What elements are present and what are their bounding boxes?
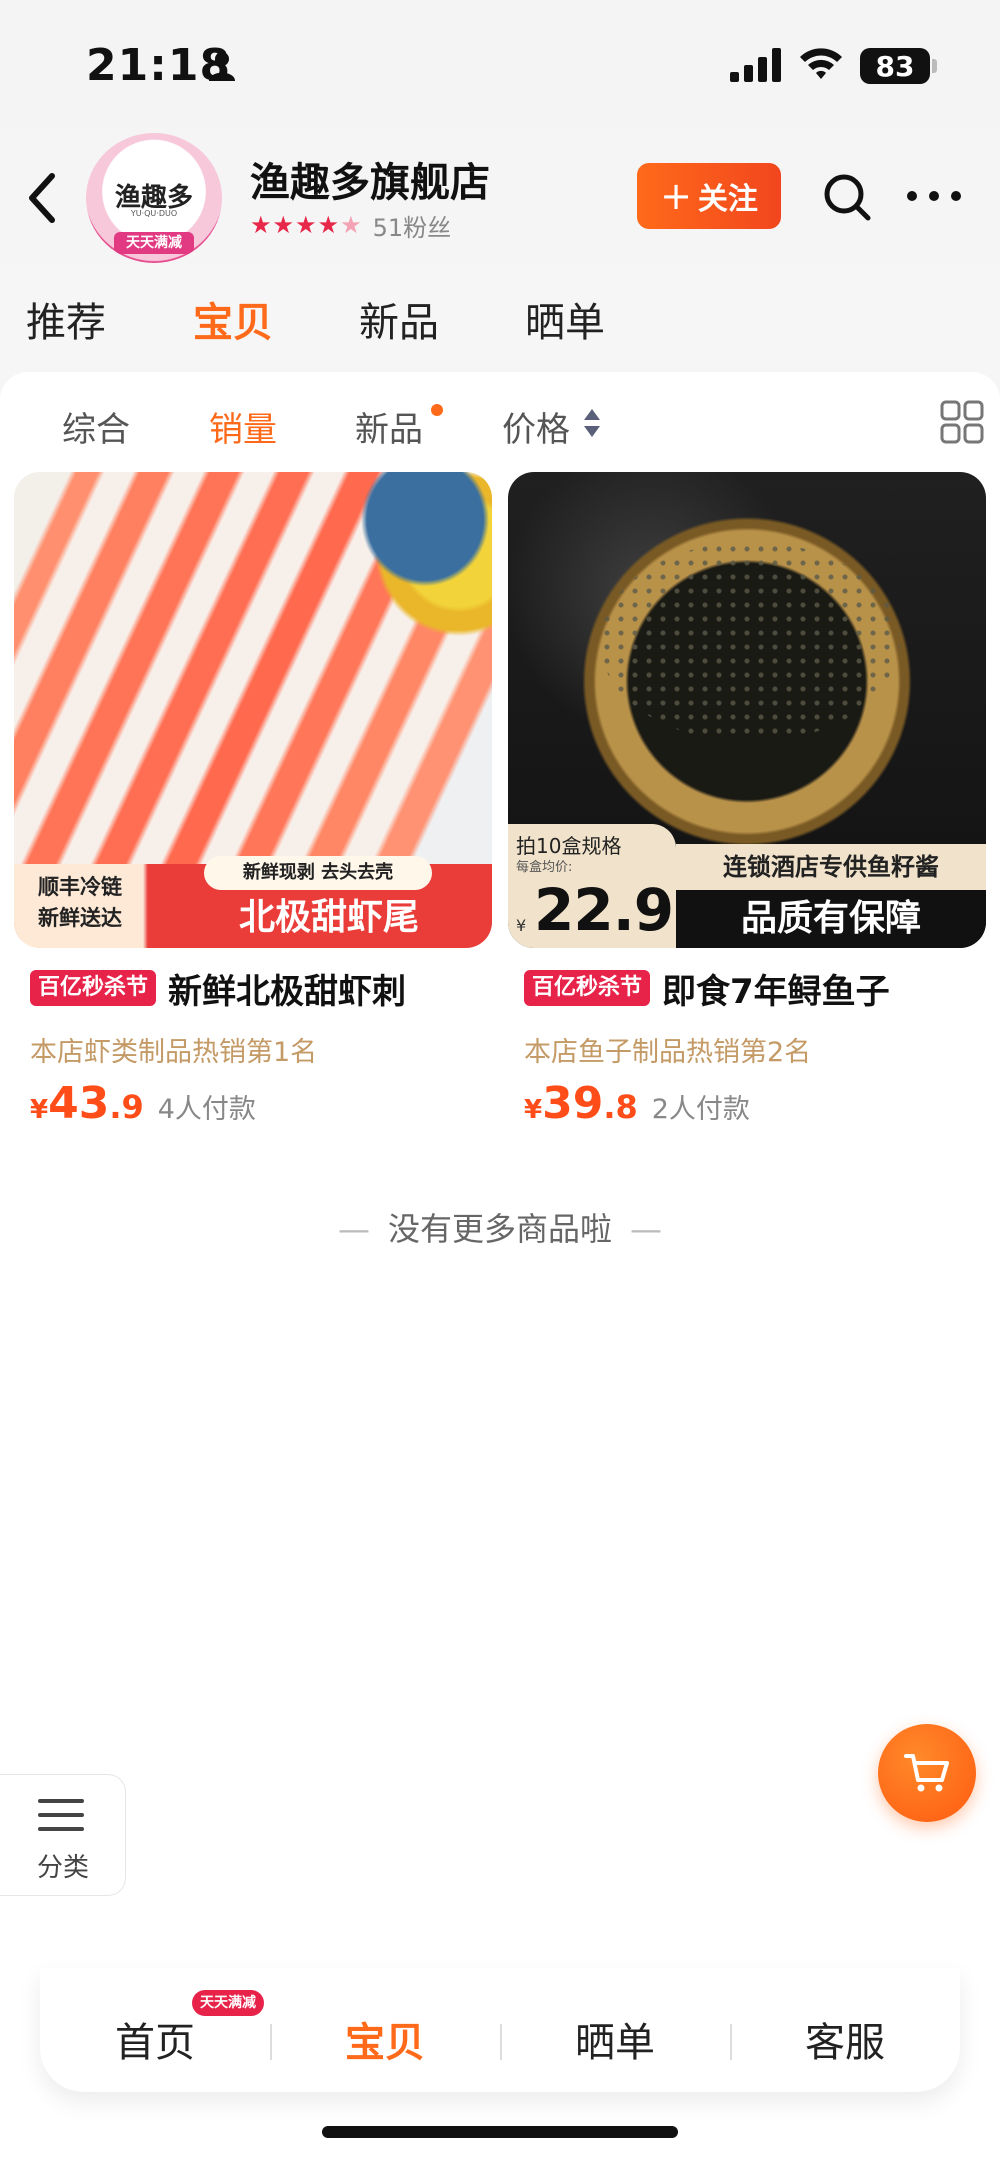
bottom-tab-service[interactable]: 客服 [730,2010,960,2068]
image-tag-hotel: 连锁酒店专供鱼籽酱 [676,844,986,890]
home-promo-badge: 天天满减 [192,1990,264,2016]
home-indicator [322,2126,678,2138]
cart-button[interactable] [878,1724,976,1822]
promo-badge: 百亿秒杀节 [30,970,157,1006]
promo-badge: 百亿秒杀节 [524,970,651,1006]
follow-button[interactable]: + 关注 [637,163,781,229]
image-badge-title: 北极甜虾尾 [238,897,419,938]
new-indicator-dot [431,404,443,416]
product-image-shrimp[interactable]: 顺丰冷链 新鲜送达 新鲜现剥 去头去壳 北极甜虾尾 [14,472,492,948]
shop-rating: ★★★★★ 51粉丝 [250,210,452,242]
product-title-row[interactable]: 百亿秒杀节 新鲜北极甜虾刺 [30,964,500,1013]
image-spec-label: 拍10盒规格 [516,834,622,858]
shop-name[interactable]: 渔趣多旗舰店 [250,150,490,208]
bottom-tab-products[interactable]: 宝贝 [270,2010,500,2068]
sort-tab-new[interactable]: 新品 [355,402,423,451]
product-card[interactable]: 顺丰冷链 新鲜送达 新鲜现剥 去头去壳 北极甜虾尾 百亿秒杀节 新鲜北极甜虾刺 … [14,472,492,1129]
price-decimal: .8 [603,1088,638,1126]
battery-level: 83 [860,48,930,84]
follow-label: 关注 [697,182,758,217]
battery-icon: 83 [860,48,938,86]
bottom-tab-home[interactable]: 首页 [40,2010,270,2068]
price-row: ¥ 43 .9 4人付款 [30,1078,256,1129]
end-of-list-text: — 没有更多商品啦 — [337,1210,662,1248]
tab-reviews[interactable]: 晒单 [525,290,605,348]
search-icon[interactable] [822,172,872,222]
wifi-icon [800,48,842,79]
bottom-tab-reviews[interactable]: 晒单 [500,2010,730,2068]
logo-banner: 天天满减 [114,232,194,254]
sort-tab-overall[interactable]: 综合 [62,402,130,451]
logo-subtext: YU·QU·DUO [130,209,178,218]
category-button[interactable]: 分类 [0,1774,126,1896]
price-row: ¥ 39 .8 2人付款 [524,1078,750,1129]
price-decimal: .9 [109,1088,144,1126]
product-card[interactable]: 拍10盒规格 每盒均价: ¥ 22.9 连锁酒店专供鱼籽酱 品质有保障 百亿秒杀… [508,472,986,1129]
currency-symbol: ¥ [30,1095,49,1125]
grid-layout-icon[interactable] [940,400,984,444]
product-title-row[interactable]: 百亿秒杀节 即食7年鲟鱼子 [524,964,994,1013]
menu-list-icon [38,1799,84,1831]
cart-icon [904,1754,949,1792]
product-image-caviar[interactable]: 拍10盒规格 每盒均价: ¥ 22.9 连锁酒店专供鱼籽酱 品质有保障 [508,472,986,948]
back-arrow-icon[interactable] [22,168,62,228]
price-integer: 43 [48,1078,110,1129]
sales-rank: 本店鱼子制品热销第2名 [524,1037,812,1068]
sold-count: 2人付款 [651,1094,750,1125]
image-badge-fresh: 新鲜现剥 去头去壳 [204,856,432,890]
bottom-tab-bar: 首页 天天满减 宝贝 晒单 客服 [40,1968,960,2092]
image-tag-quality: 品质有保障 [676,890,986,948]
shop-tabs: 推荐 宝贝 新品 晒单 [0,290,1000,360]
sort-arrows-icon[interactable] [582,407,602,439]
image-price: 22.9 [534,876,674,944]
sold-count: 4人付款 [157,1094,256,1125]
rating-stars: ★★★★★ [250,211,363,239]
sales-rank: 本店虾类制品热销第1名 [30,1037,318,1068]
tab-new[interactable]: 新品 [359,290,439,348]
price-integer: 39 [542,1078,604,1129]
image-avg-label: 每盒均价: [516,860,573,875]
currency-symbol: ¥ [524,1095,543,1125]
product-title[interactable]: 新鲜北极甜虾刺 [168,964,406,1013]
tab-recommend[interactable]: 推荐 [26,290,106,348]
status-bar: 21:18 83 [0,0,1000,130]
half-star-icon: ★ [340,211,363,239]
image-currency: ¥ [516,916,527,935]
sort-tab-price[interactable]: 价格 [502,402,570,451]
fans-count: 51粉丝 [372,213,452,242]
image-badge-shipping: 顺丰冷链 新鲜送达 [38,875,122,930]
product-title[interactable]: 即食7年鲟鱼子 [662,964,890,1013]
shop-logo[interactable]: 渔趣多 YU·QU·DUO 天天满减 [86,133,222,263]
more-options-icon[interactable] [906,186,962,206]
plus-icon: + [660,174,692,218]
cellular-signal-icon [730,48,781,82]
tab-products[interactable]: 宝贝 [193,290,273,348]
sort-tab-sales[interactable]: 销量 [209,402,277,451]
category-label: 分类 [36,1853,89,1883]
person-icon [209,52,235,81]
